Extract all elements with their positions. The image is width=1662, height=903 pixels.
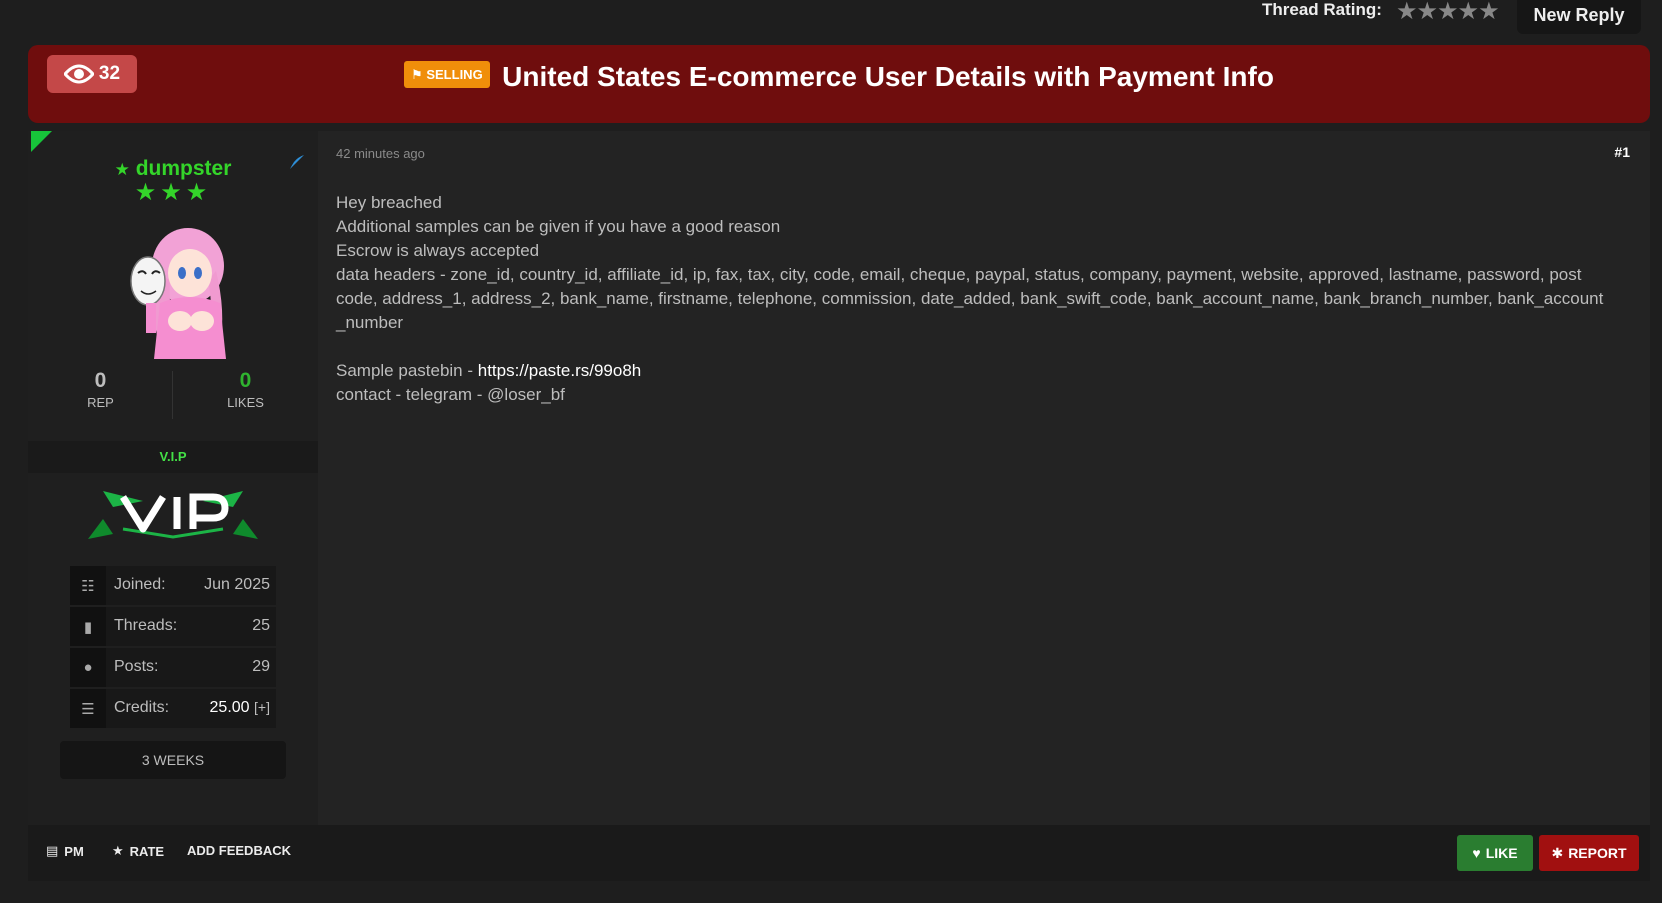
post-line: Hey breached	[336, 193, 442, 212]
post-footer: ▤ PM ★ RATE ADD FEEDBACK ♥ LIKE ✱ REPORT	[28, 825, 1650, 881]
new-reply-button[interactable]: New Reply	[1517, 0, 1641, 34]
pm-button[interactable]: ▤ PM	[46, 843, 84, 859]
rate-label: RATE	[129, 843, 165, 859]
report-label: REPORT	[1568, 845, 1627, 861]
threads-value: 25	[252, 617, 270, 634]
rep-stat[interactable]: 0 REP	[28, 369, 173, 410]
like-label: LIKE	[1485, 845, 1518, 861]
post-line: _number	[336, 313, 404, 332]
pastebin-link[interactable]: https://paste.rs/99o8h	[478, 361, 642, 380]
bug-icon: ✱	[1551, 844, 1564, 861]
vip-badge-image	[88, 491, 258, 539]
book-icon: ▮	[70, 607, 106, 646]
post: ★ dumpster ★★★ 0 REP 0 LIKES V.I.P ☷ Joi…	[28, 131, 1650, 881]
contact-line: contact - telegram - @loser_bf	[336, 385, 565, 404]
membership-duration: 3 WEEKS	[60, 741, 286, 779]
feather-icon	[290, 155, 304, 169]
likes-value: 0	[239, 369, 252, 392]
posts-value: 29	[252, 658, 270, 675]
author-rank-stars: ★★★	[134, 179, 212, 206]
online-indicator	[31, 131, 52, 152]
coins-icon: ☰	[70, 689, 106, 728]
pm-label: PM	[64, 843, 84, 859]
credits-value-group: 25.00 [+]	[210, 699, 270, 717]
avatar[interactable]	[108, 211, 248, 361]
credits-value: 25.00	[209, 699, 250, 716]
post-line: Additional samples can be given if you h…	[336, 217, 781, 236]
posts-row: ● Posts: 29	[70, 648, 276, 687]
post-line: code, address_1, address_2, bank_name, f…	[336, 289, 1604, 308]
likes-stat[interactable]: 0 LIKES	[173, 369, 318, 410]
threads-row: ▮ Threads: 25	[70, 607, 276, 646]
thread-rating-label: Thread Rating:	[1262, 0, 1382, 19]
post-body: Hey breached Additional samples can be g…	[336, 191, 1636, 407]
like-button[interactable]: ♥ LIKE	[1457, 835, 1533, 871]
credits-row: ☰ Credits: 25.00 [+]	[70, 689, 276, 728]
post-number[interactable]: #1	[1614, 144, 1630, 160]
star-icon: ★	[112, 843, 124, 858]
add-feedback-label: ADD FEEDBACK	[187, 843, 291, 858]
calendar-icon: ☷	[70, 566, 106, 605]
credits-add-link[interactable]: [+]	[254, 699, 270, 715]
author-username-text: dumpster	[135, 157, 232, 180]
rep-label: REP	[87, 395, 114, 410]
comments-icon: ●	[70, 648, 106, 687]
tag-icon: ⚑	[411, 66, 423, 82]
author-panel: ★ dumpster ★★★ 0 REP 0 LIKES V.I.P ☷ Joi…	[28, 131, 318, 825]
joined-label: Joined:	[114, 576, 166, 593]
selling-tag[interactable]: ⚑ SELLING	[404, 60, 490, 88]
post-line: data headers - zone_id, country_id, affi…	[336, 265, 1582, 284]
joined-value: Jun 2025	[204, 576, 270, 593]
sample-line: Sample pastebin - https://paste.rs/99o8h	[336, 359, 1636, 383]
post-line: Escrow is always accepted	[336, 241, 540, 260]
thread-title: United States E-commerce User Details wi…	[502, 61, 1274, 92]
thread-toolbar: Thread Rating: ★★★★★ New Reply	[0, 0, 1662, 40]
rep-value: 0	[94, 369, 107, 392]
joined-row: ☷ Joined: Jun 2025	[70, 566, 276, 605]
thread-rating-stars[interactable]: ★★★★★	[1396, 0, 1500, 26]
rate-button[interactable]: ★ RATE	[112, 843, 164, 859]
posts-label: Posts:	[114, 658, 159, 675]
sample-prefix: Sample pastebin -	[336, 361, 478, 380]
star-icon: ★	[114, 160, 130, 179]
user-group-label: V.I.P	[28, 441, 318, 473]
threads-label: Threads:	[114, 617, 178, 634]
post-timestamp[interactable]: 42 minutes ago	[336, 146, 425, 161]
heart-icon: ♥	[1472, 845, 1481, 861]
selling-tag-label: SELLING	[426, 66, 483, 82]
likes-label: LIKES	[227, 395, 264, 410]
add-feedback-button[interactable]: ADD FEEDBACK	[187, 843, 291, 858]
author-info-table: ☷ Joined: Jun 2025 ▮ Threads: 25 ● Posts…	[70, 566, 276, 730]
inbox-icon: ▤	[46, 843, 59, 858]
report-button[interactable]: ✱ REPORT	[1539, 835, 1639, 871]
credits-label: Credits:	[114, 699, 170, 716]
thread-header: 32 ⚑ SELLING United States E-commerce Us…	[28, 45, 1650, 123]
